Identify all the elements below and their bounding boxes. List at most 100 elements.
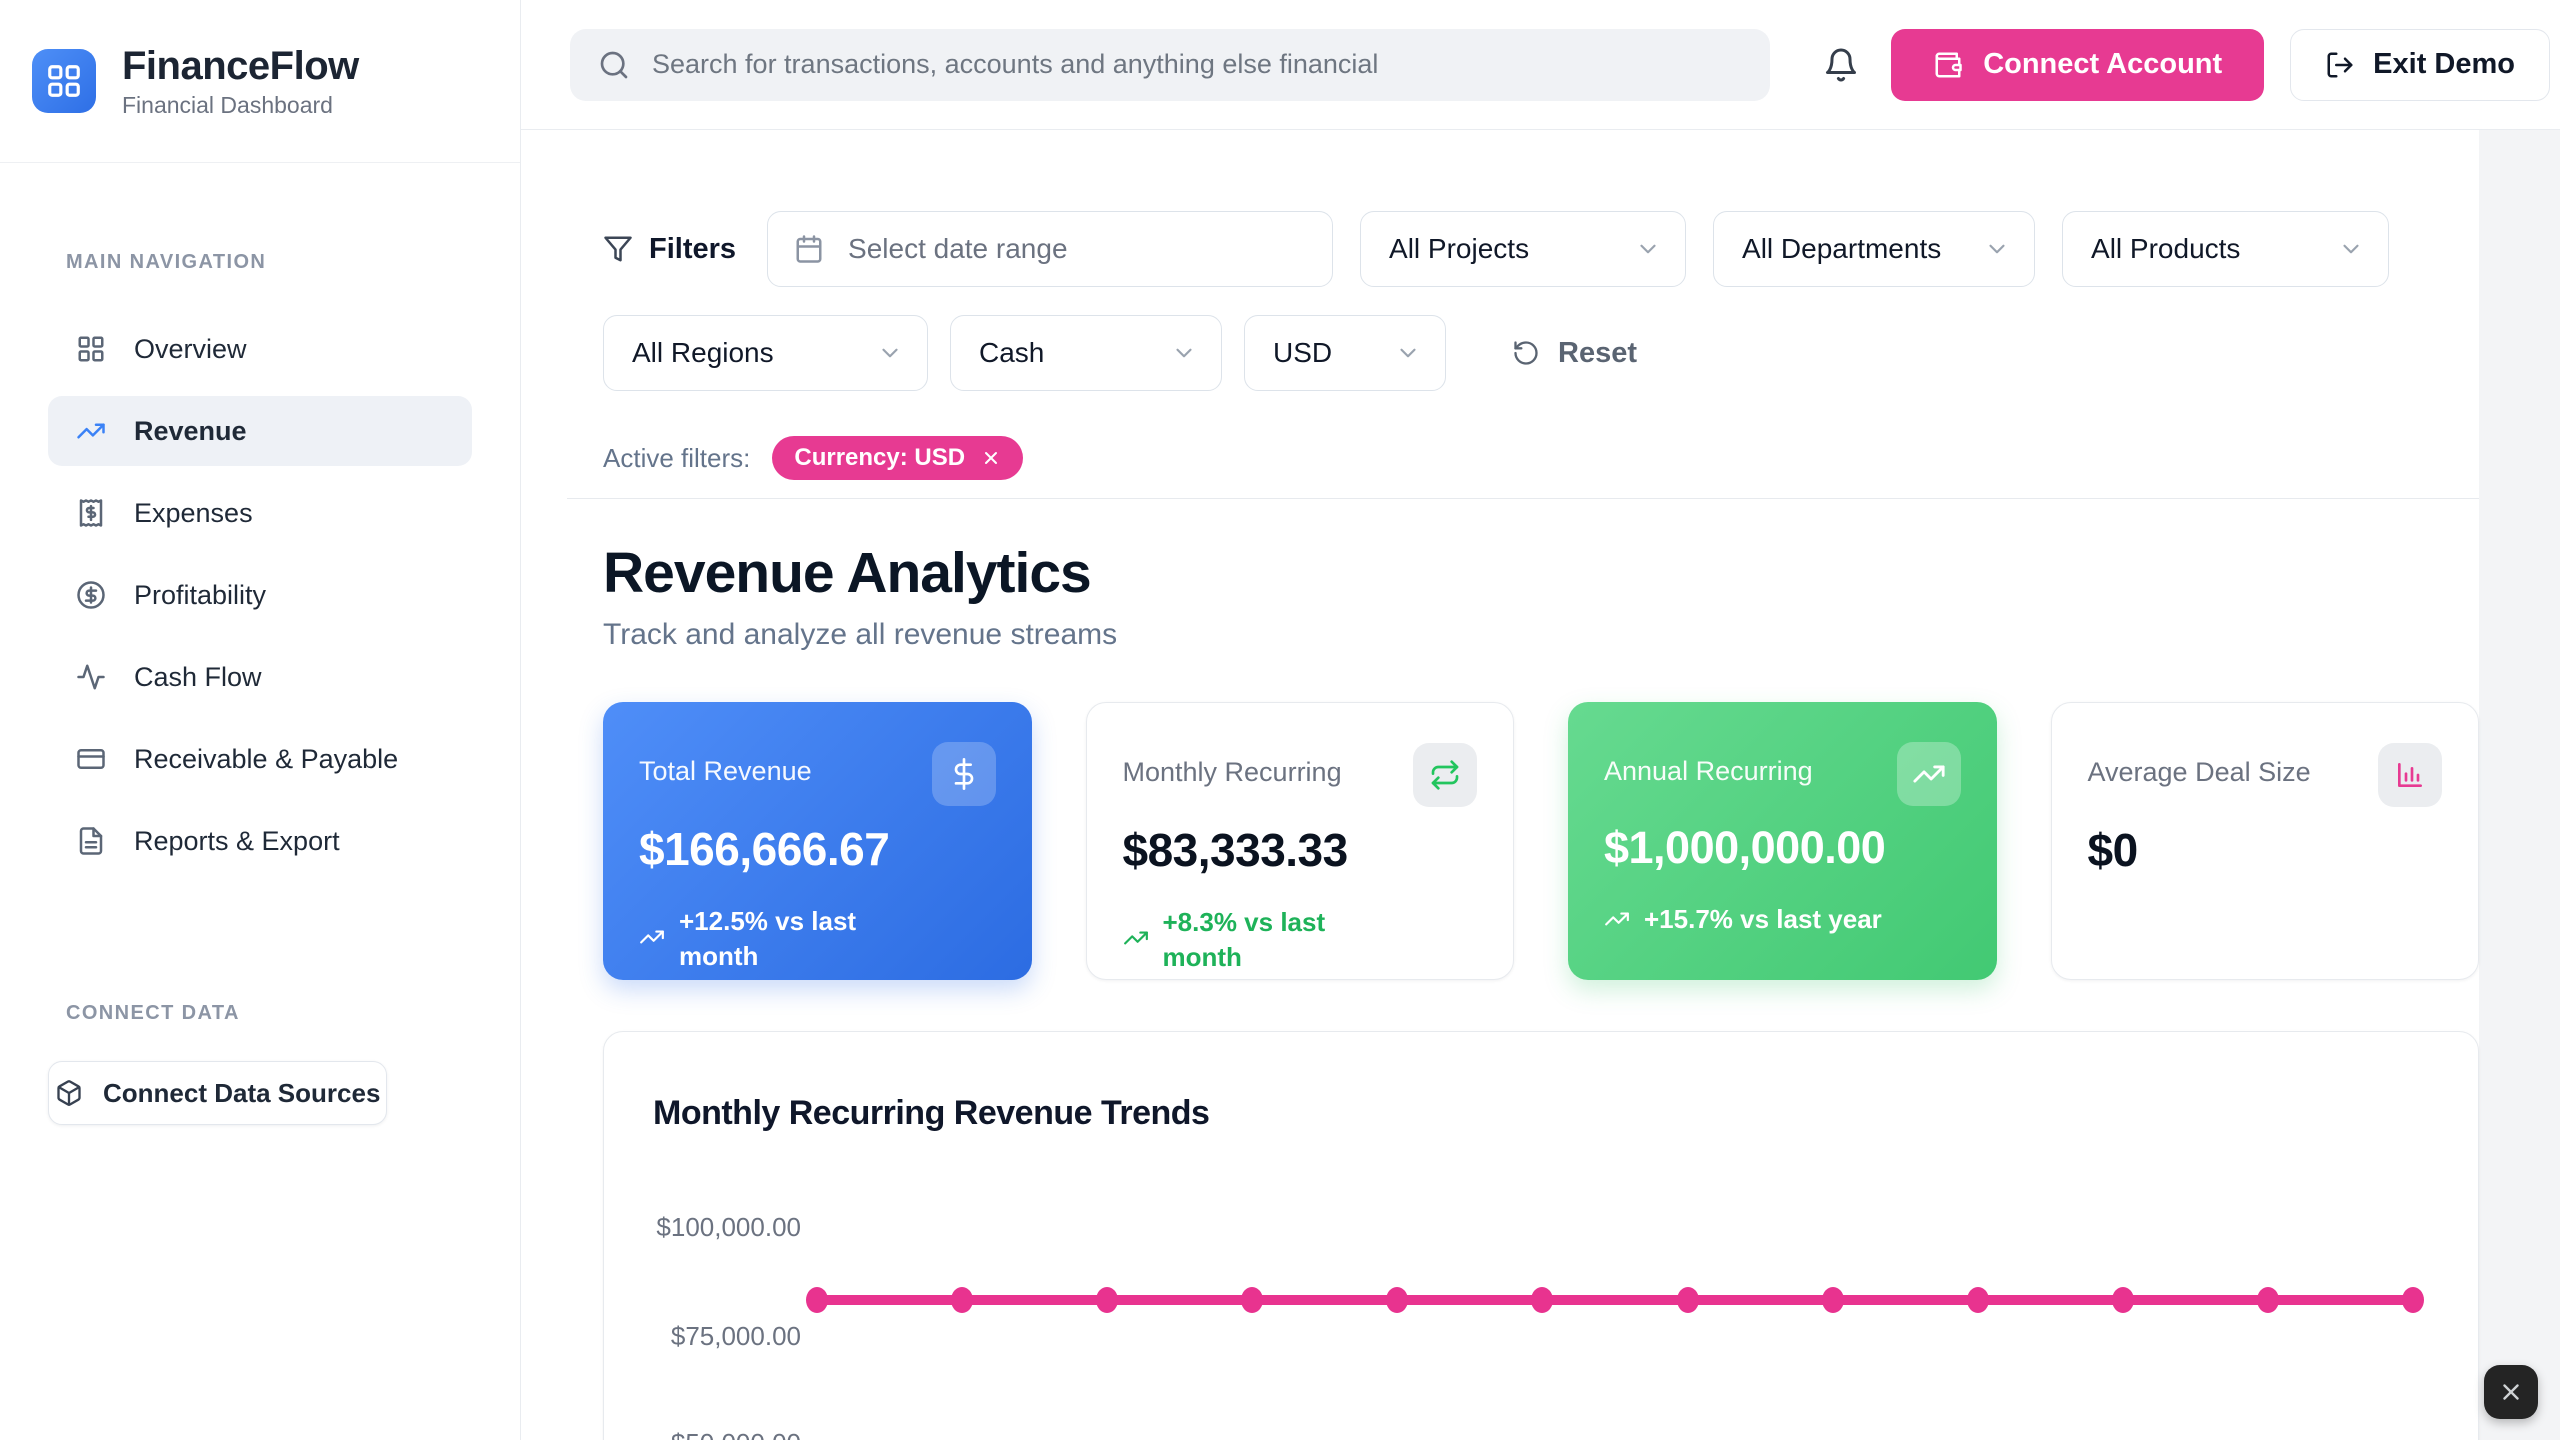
stat-card-delta: +15.7% vs last year	[1604, 902, 1961, 937]
stat-card-label: Total Revenue	[639, 756, 812, 787]
sidebar-item-reports-export[interactable]: Reports & Export	[48, 806, 472, 876]
active-filters-row: Active filters: Currency: USD	[603, 436, 2479, 480]
connect-account-button[interactable]: Connect Account	[1891, 29, 2264, 101]
page-subtitle: Track and analyze all revenue streams	[603, 618, 2479, 652]
stat-card-delta: +8.3% vs last month	[1123, 905, 1478, 975]
stat-card-label: Average Deal Size	[2088, 757, 2311, 788]
stat-card-value: $1,000,000.00	[1604, 822, 1961, 874]
app-subtitle: Financial Dashboard	[122, 92, 359, 119]
sidebar-item-expenses[interactable]: Expenses	[48, 478, 472, 548]
search-input[interactable]	[650, 48, 1742, 81]
chevron-down-icon	[2338, 236, 2364, 262]
filters-title: Filters	[649, 233, 736, 266]
y-axis-tick-100k: $100,000.00	[651, 1212, 801, 1243]
bell-icon	[1823, 47, 1859, 83]
active-filter-badge-label: Currency: USD	[794, 444, 965, 472]
close-icon[interactable]	[981, 448, 1001, 468]
content-panel: Filters All Projects All Departments All…	[520, 130, 2479, 1440]
reset-label: Reset	[1558, 337, 1637, 370]
trending-up-icon	[1604, 906, 1630, 932]
date-range-field[interactable]	[767, 211, 1333, 287]
global-search[interactable]	[570, 29, 1770, 101]
stat-card-monthly-recurring: Monthly Recurring $83,333.33 +8.3% vs la…	[1086, 702, 1515, 980]
stat-cards-row: Total Revenue $166,666.67 +12.5% vs last…	[603, 702, 2479, 980]
trend-data-point[interactable]	[1677, 1287, 1699, 1313]
sidebar-nav: Overview Revenue Expenses Profitability …	[0, 314, 520, 876]
active-filters-caption: Active filters:	[603, 443, 750, 474]
trend-data-point[interactable]	[1386, 1287, 1408, 1313]
chevron-down-icon	[1395, 340, 1421, 366]
sidebar-item-label: Overview	[134, 334, 247, 365]
calendar-icon	[794, 234, 824, 264]
departments-select-value: All Departments	[1742, 233, 1941, 265]
trend-data-point[interactable]	[806, 1287, 828, 1313]
repeat-icon	[1413, 743, 1477, 807]
sidebar-item-profitability[interactable]: Profitability	[48, 560, 472, 630]
chevron-down-icon	[1635, 236, 1661, 262]
exit-demo-button[interactable]: Exit Demo	[2290, 29, 2550, 101]
projects-select[interactable]: All Projects	[1360, 211, 1686, 287]
floating-close-button[interactable]	[2484, 1365, 2538, 1419]
stat-card-total-revenue: Total Revenue $166,666.67 +12.5% vs last…	[603, 702, 1032, 980]
stat-card-value: $166,666.67	[639, 822, 996, 876]
section-divider	[567, 498, 2479, 499]
chevron-down-icon	[1984, 236, 2010, 262]
payment-type-select[interactable]: Cash	[950, 315, 1222, 391]
chart-title: Monthly Recurring Revenue Trends	[653, 1094, 1209, 1133]
bar-chart-icon	[2378, 743, 2442, 807]
trending-up-icon	[639, 924, 665, 950]
trend-data-point[interactable]	[1822, 1287, 1844, 1313]
sidebar-item-receivable-payable[interactable]: Receivable & Payable	[48, 724, 472, 794]
stat-card-average-deal-size: Average Deal Size $0	[2051, 702, 2480, 980]
sidebar-item-overview[interactable]: Overview	[48, 314, 472, 384]
sidebar-item-revenue[interactable]: Revenue	[48, 396, 472, 466]
top-header: Connect Account Exit Demo	[520, 0, 2560, 130]
page-title: Revenue Analytics	[603, 544, 2479, 604]
date-range-input[interactable]	[846, 232, 1306, 266]
file-text-icon	[76, 826, 106, 856]
app-title: FinanceFlow	[122, 44, 359, 88]
stat-card-delta: +12.5% vs last month	[639, 904, 996, 974]
stat-card-delta-text: +8.3% vs last month	[1163, 905, 1373, 975]
chevron-down-icon	[877, 340, 903, 366]
regions-select-value: All Regions	[632, 337, 774, 369]
sidebar-item-label: Revenue	[134, 416, 247, 447]
circle-dollar-icon	[76, 580, 106, 610]
trend-data-point[interactable]	[1967, 1287, 1989, 1313]
active-filter-badge-currency[interactable]: Currency: USD	[772, 436, 1023, 480]
trend-data-point[interactable]	[2112, 1287, 2134, 1313]
stat-card-label: Monthly Recurring	[1123, 757, 1342, 788]
trend-data-point[interactable]	[2257, 1287, 2279, 1313]
sidebar-item-label: Profitability	[134, 580, 266, 611]
mrr-trend-line	[817, 1287, 2413, 1313]
products-select[interactable]: All Products	[2062, 211, 2389, 287]
search-icon	[598, 49, 630, 81]
stat-card-value: $83,333.33	[1123, 823, 1478, 877]
departments-select[interactable]: All Departments	[1713, 211, 2035, 287]
sidebar-item-label: Receivable & Payable	[134, 744, 398, 775]
filters-caption: Filters	[603, 233, 736, 266]
regions-select[interactable]: All Regions	[603, 315, 928, 391]
stat-card-delta-text: +12.5% vs last month	[679, 904, 889, 974]
sidebar-item-cash-flow[interactable]: Cash Flow	[48, 642, 472, 712]
trend-data-point[interactable]	[951, 1287, 973, 1313]
trend-data-point[interactable]	[1531, 1287, 1553, 1313]
receipt-icon	[76, 498, 106, 528]
connect-data-label: CONNECT DATA	[66, 1002, 520, 1025]
trend-data-point[interactable]	[1241, 1287, 1263, 1313]
connect-account-label: Connect Account	[1983, 48, 2222, 81]
connect-data-sources-label: Connect Data Sources	[103, 1078, 380, 1109]
notifications-bell-button[interactable]	[1823, 47, 1859, 83]
connect-data-sources-button[interactable]: Connect Data Sources	[48, 1061, 387, 1125]
app-logo-icon	[32, 49, 96, 113]
reset-filters-button[interactable]: Reset	[1506, 336, 1643, 371]
trend-line-segment	[817, 1295, 2413, 1305]
currency-select[interactable]: USD	[1244, 315, 1446, 391]
mrr-trends-chart-card: Monthly Recurring Revenue Trends $100,00…	[603, 1031, 2479, 1440]
trend-data-point[interactable]	[2402, 1287, 2424, 1313]
chevron-down-icon	[1171, 340, 1197, 366]
currency-select-value: USD	[1273, 337, 1332, 369]
close-icon	[2498, 1379, 2524, 1405]
app-logo-block: FinanceFlow Financial Dashboard	[0, 0, 520, 163]
trend-data-point[interactable]	[1096, 1287, 1118, 1313]
